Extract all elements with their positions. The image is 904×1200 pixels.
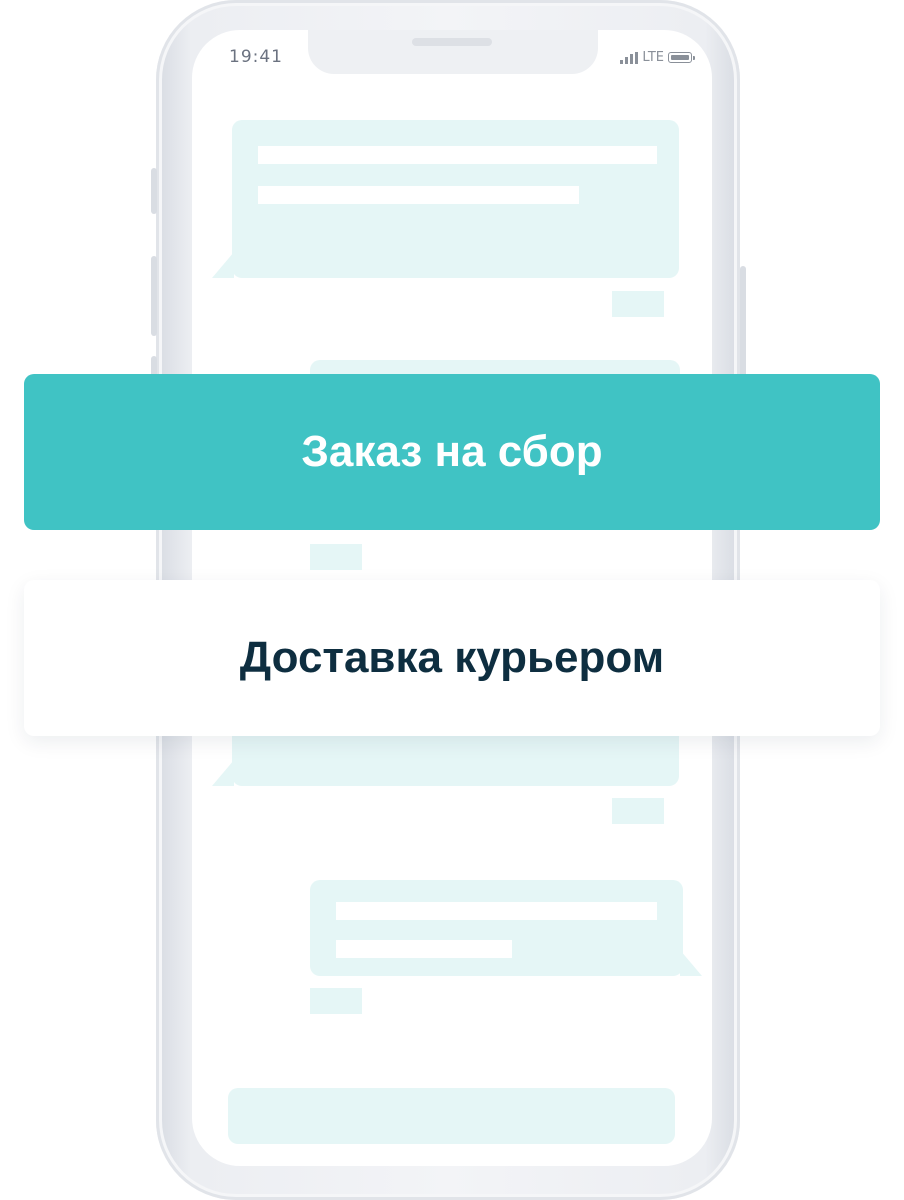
speaker xyxy=(412,38,492,46)
pickup-order-label: Заказ на сбор xyxy=(301,427,603,476)
message-input-bar[interactable] xyxy=(228,1088,675,1144)
message-timestamp xyxy=(612,798,664,824)
bubble-tail xyxy=(212,252,234,278)
status-indicators: LTE xyxy=(620,50,695,65)
pickup-order-option[interactable]: Заказ на сбор xyxy=(24,374,880,530)
message-timestamp xyxy=(612,291,664,317)
bubble-tail xyxy=(680,950,702,976)
message-timestamp xyxy=(310,544,362,570)
courier-delivery-label: Доставка курьером xyxy=(239,633,665,682)
message-timestamp xyxy=(310,988,362,1014)
bubble-tail xyxy=(212,760,234,786)
chat-bubble xyxy=(310,880,683,976)
volume-up-button xyxy=(151,256,157,336)
message-line xyxy=(258,146,657,164)
network-type: LTE xyxy=(642,50,664,65)
chat-bubble xyxy=(232,120,679,278)
courier-delivery-option[interactable]: Доставка курьером xyxy=(24,580,880,736)
message-line xyxy=(336,902,657,920)
power-button xyxy=(740,266,746,386)
message-line xyxy=(258,186,579,204)
signal-bars-icon xyxy=(620,51,639,64)
battery-icon xyxy=(668,52,695,63)
mute-switch xyxy=(151,168,157,214)
notch xyxy=(308,30,598,74)
message-line xyxy=(336,940,512,958)
status-time: 19:41 xyxy=(229,47,283,67)
